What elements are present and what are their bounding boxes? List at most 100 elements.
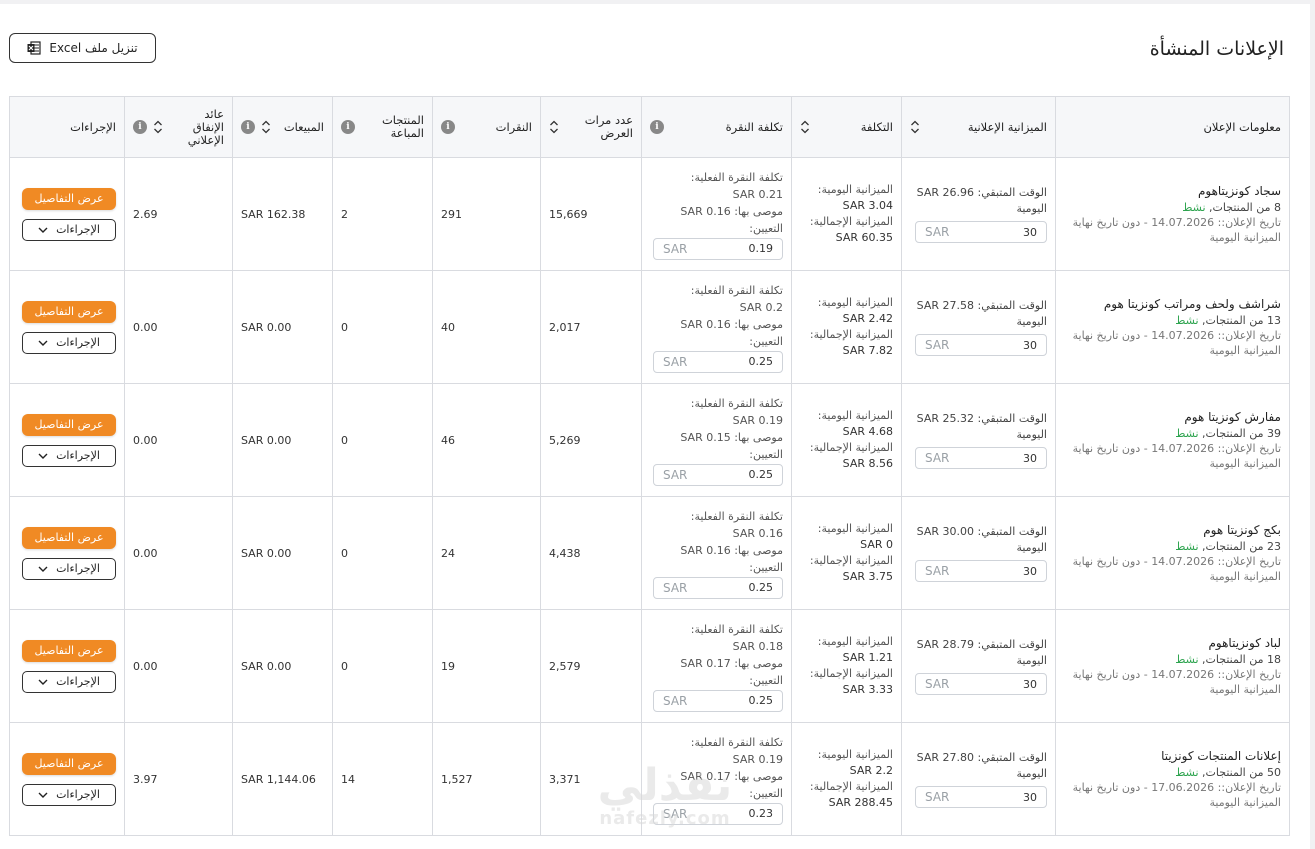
chevron-down-icon <box>38 340 48 346</box>
cpc-input[interactable]: SAR 0.25 <box>653 576 783 599</box>
actions-dropdown[interactable]: الإجراءات <box>22 670 116 693</box>
chevron-down-icon <box>38 679 48 685</box>
ad-products: 39 من المنتجات, نشط <box>1175 427 1281 440</box>
daily-budget-value: SAR 3.04 <box>842 199 893 212</box>
ads-panel: الإعلانات المنشأة تنزيل ملف Excel معلوما… <box>0 4 1310 849</box>
cpc-cell: تكلفة النقرة الفعلية: SAR 0.21 موصى بها: S… <box>641 157 792 271</box>
col-impressions[interactable]: عدد مرات العرض <box>540 96 642 158</box>
sold-cell: 0 <box>332 609 433 723</box>
budget-cell: الوقت المتبقي: SAR 30.00 اليومية SAR 30 <box>901 496 1056 610</box>
budget-input[interactable]: SAR 30 <box>915 673 1047 695</box>
impressions-cell: 2,579 <box>540 609 642 723</box>
ad-name[interactable]: شراشف ولحف ومراتب كونزيتا هوم <box>1064 296 1281 313</box>
remaining-time: الوقت المتبقي: SAR 28.79 اليومية <box>916 638 1047 667</box>
sold-cell: 2 <box>332 157 433 271</box>
impressions-cell: 3,371 <box>540 722 642 836</box>
ad-name[interactable]: بكج كونزيتا هوم <box>1064 522 1281 539</box>
info-icon[interactable]: i <box>241 120 255 134</box>
budget-cell: الوقت المتبقي: SAR 27.58 اليومية SAR 30 <box>901 270 1056 384</box>
chevron-down-icon <box>38 566 48 572</box>
total-budget-value: SAR 8.56 <box>842 457 893 470</box>
info-icon[interactable]: i <box>650 120 664 134</box>
col-budget[interactable]: الميزانية الإعلانية <box>901 96 1056 158</box>
view-details-button[interactable]: عرض التفاصيل <box>22 639 116 662</box>
clicks-cell: 291 <box>432 157 541 271</box>
actual-cpc-value: SAR 0.2 <box>739 300 783 314</box>
view-details-button[interactable]: عرض التفاصيل <box>22 413 116 436</box>
remaining-time: الوقت المتبقي: SAR 27.80 اليومية <box>916 751 1047 780</box>
chevron-down-icon <box>38 453 48 459</box>
actions-cell: عرض التفاصيل الإجراءات <box>9 722 125 836</box>
ad-products: 8 من المنتجات, نشط <box>1182 201 1281 214</box>
sort-icon[interactable] <box>153 120 163 134</box>
cpc-cell: تكلفة النقرة الفعلية: SAR 0.2 موصى بها: SA… <box>641 270 792 384</box>
ad-name[interactable]: مفارش كونزيتا هوم <box>1064 409 1281 426</box>
status-active: نشط <box>1175 766 1199 779</box>
cpc-input[interactable]: SAR 0.23 <box>653 802 783 825</box>
info-icon[interactable]: i <box>441 120 455 134</box>
budget-input[interactable]: SAR 30 <box>915 221 1047 243</box>
cpc-input[interactable]: SAR 0.25 <box>653 350 783 373</box>
cpc-input[interactable]: SAR 0.25 <box>653 689 783 712</box>
status-active: نشط <box>1182 201 1206 214</box>
actions-dropdown[interactable]: الإجراءات <box>22 557 116 580</box>
actual-cpc-value: SAR 0.19 <box>732 752 783 766</box>
daily-budget-value: SAR 2.2 <box>849 764 893 777</box>
recommended-value: SAR 0.16 <box>680 204 731 218</box>
roas-cell: 3.97 <box>124 722 233 836</box>
ad-name[interactable]: إعلانات المنتجات كونزيتا <box>1064 748 1281 765</box>
total-budget-value: SAR 3.33 <box>842 683 893 696</box>
recommended-value: SAR 0.16 <box>680 543 731 557</box>
sort-icon[interactable] <box>800 120 810 134</box>
sort-icon[interactable] <box>910 120 920 134</box>
actions-dropdown[interactable]: الإجراءات <box>22 331 116 354</box>
actual-cpc-value: SAR 0.18 <box>732 639 783 653</box>
sort-icon[interactable] <box>549 120 559 134</box>
view-details-button[interactable]: عرض التفاصيل <box>22 752 116 775</box>
sort-icon[interactable] <box>261 120 271 134</box>
budget-input[interactable]: SAR 30 <box>915 334 1047 356</box>
actual-cpc-value: SAR 0.19 <box>732 413 783 427</box>
remaining-time: الوقت المتبقي: SAR 26.96 اليومية <box>916 186 1047 215</box>
daily-budget-value: SAR 4.68 <box>842 425 893 438</box>
ad-daily-budget-label: الميزانية اليومية <box>1209 457 1281 470</box>
actions-dropdown[interactable]: الإجراءات <box>22 783 116 806</box>
view-details-button[interactable]: عرض التفاصيل <box>22 300 116 323</box>
download-excel-button[interactable]: تنزيل ملف Excel <box>9 33 156 63</box>
info-icon[interactable]: i <box>133 120 147 134</box>
col-sold: المنتجات المباعة i <box>332 96 433 158</box>
ad-name[interactable]: لباد كونزيتاهوم <box>1064 635 1281 652</box>
budget-input[interactable]: SAR 30 <box>915 786 1047 808</box>
ad-name[interactable]: سجاد كونزيتاهوم <box>1064 183 1281 200</box>
info-icon[interactable]: i <box>341 120 355 134</box>
actions-dropdown[interactable]: الإجراءات <box>22 444 116 467</box>
remaining-time: الوقت المتبقي: SAR 27.58 اليومية <box>916 299 1047 328</box>
clicks-cell: 1,527 <box>432 722 541 836</box>
ads-table: معلومات الإعلان الميزانية الإعلانية التك… <box>9 96 1290 836</box>
budget-input[interactable]: SAR 30 <box>915 560 1047 582</box>
col-sales[interactable]: المبيعات i <box>232 96 333 158</box>
clicks-cell: 46 <box>432 383 541 497</box>
budget-cell: الوقت المتبقي: SAR 28.79 اليومية SAR 30 <box>901 609 1056 723</box>
budget-cell: الوقت المتبقي: SAR 27.80 اليومية SAR 30 <box>901 722 1056 836</box>
impressions-cell: 2,017 <box>540 270 642 384</box>
ad-date: تاريخ الإعلان:: 14.07.2026 - دون تاريخ ن… <box>1072 668 1281 681</box>
view-details-button[interactable]: عرض التفاصيل <box>22 187 116 210</box>
ad-date: تاريخ الإعلان:: 14.07.2026 - دون تاريخ ن… <box>1072 329 1281 342</box>
cpc-input[interactable]: SAR 0.25 <box>653 463 783 486</box>
col-roas[interactable]: عائد الإنفاق الإعلاني i <box>124 96 233 158</box>
budget-input[interactable]: SAR 30 <box>915 447 1047 469</box>
actions-dropdown[interactable]: الإجراءات <box>22 218 116 241</box>
remaining-time: الوقت المتبقي: SAR 25.32 اليومية <box>916 412 1047 441</box>
cpc-input[interactable]: SAR 0.19 <box>653 237 783 260</box>
clicks-cell: 19 <box>432 609 541 723</box>
roas-cell: 0.00 <box>124 496 233 610</box>
col-cost[interactable]: التكلفة <box>791 96 902 158</box>
total-budget-value: SAR 3.75 <box>842 570 893 583</box>
daily-budget-value: SAR 2.42 <box>842 312 893 325</box>
table-row: بكج كونزيتا هوم 23 من المنتجات, نشط تاري… <box>9 496 1290 610</box>
ad-products: 50 من المنتجات, نشط <box>1175 766 1281 779</box>
ad-daily-budget-label: الميزانية اليومية <box>1209 231 1281 244</box>
remaining-time: الوقت المتبقي: SAR 30.00 اليومية <box>916 525 1047 554</box>
view-details-button[interactable]: عرض التفاصيل <box>22 526 116 549</box>
